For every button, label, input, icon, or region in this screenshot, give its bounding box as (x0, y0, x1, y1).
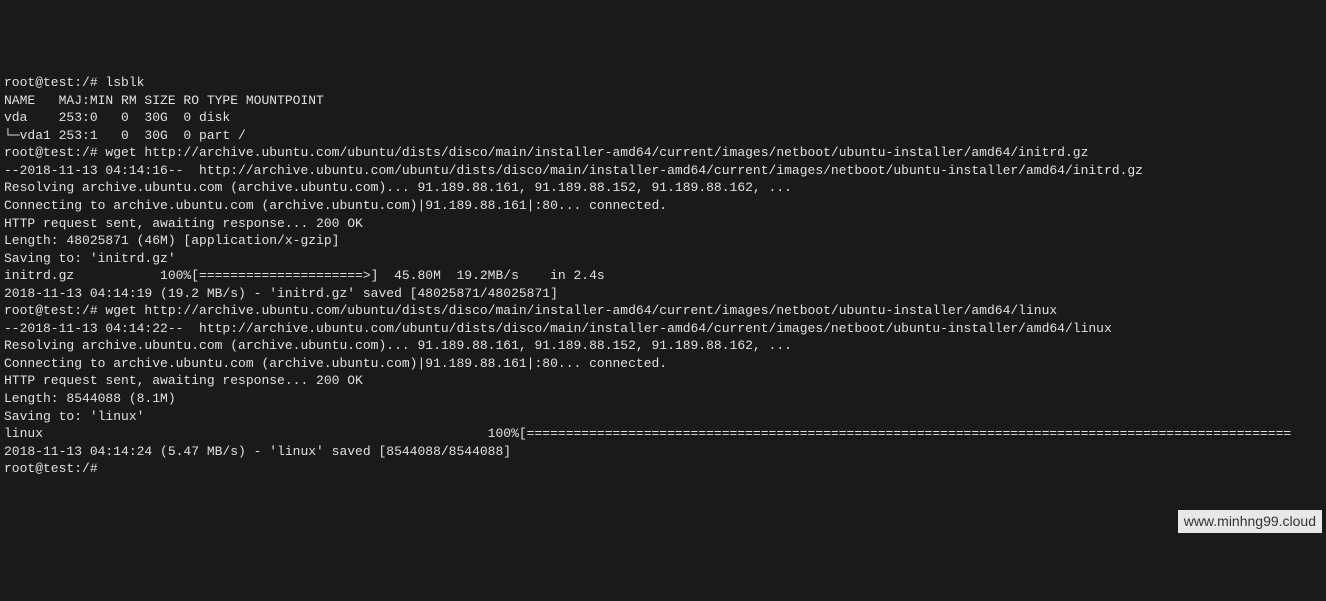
terminal-line: vda 253:0 0 30G 0 disk (4, 109, 1322, 127)
terminal-line: 2018-11-13 04:14:24 (5.47 MB/s) - 'linux… (4, 443, 1322, 461)
terminal-line: Resolving archive.ubuntu.com (archive.ub… (4, 337, 1322, 355)
terminal-line: 2018-11-13 04:14:19 (19.2 MB/s) - 'initr… (4, 285, 1322, 303)
terminal-line: HTTP request sent, awaiting response... … (4, 215, 1322, 233)
terminal-line: initrd.gz 100%[=====================>] 4… (4, 267, 1322, 285)
terminal-line: root@test:/# wget http://archive.ubuntu.… (4, 144, 1322, 162)
terminal-line: HTTP request sent, awaiting response... … (4, 372, 1322, 390)
terminal-line: Saving to: 'linux' (4, 408, 1322, 426)
terminal-line: linux 100%[=============================… (4, 425, 1322, 443)
terminal-line: Saving to: 'initrd.gz' (4, 250, 1322, 268)
terminal-line: root@test:/# lsblk (4, 74, 1322, 92)
terminal-output[interactable]: root@test:/# lsblkNAME MAJ:MIN RM SIZE R… (4, 74, 1322, 478)
terminal-line: root@test:/# (4, 460, 1322, 478)
watermark-label: www.minhng99.cloud (1178, 510, 1322, 533)
terminal-line: --2018-11-13 04:14:22-- http://archive.u… (4, 320, 1322, 338)
terminal-line: Connecting to archive.ubuntu.com (archiv… (4, 197, 1322, 215)
terminal-line: Length: 8544088 (8.1M) (4, 390, 1322, 408)
terminal-line: └─vda1 253:1 0 30G 0 part / (4, 127, 1322, 145)
terminal-line: --2018-11-13 04:14:16-- http://archive.u… (4, 162, 1322, 180)
terminal-line: Connecting to archive.ubuntu.com (archiv… (4, 355, 1322, 373)
terminal-line: root@test:/# wget http://archive.ubuntu.… (4, 302, 1322, 320)
terminal-line: Length: 48025871 (46M) [application/x-gz… (4, 232, 1322, 250)
terminal-line: NAME MAJ:MIN RM SIZE RO TYPE MOUNTPOINT (4, 92, 1322, 110)
terminal-line: Resolving archive.ubuntu.com (archive.ub… (4, 179, 1322, 197)
